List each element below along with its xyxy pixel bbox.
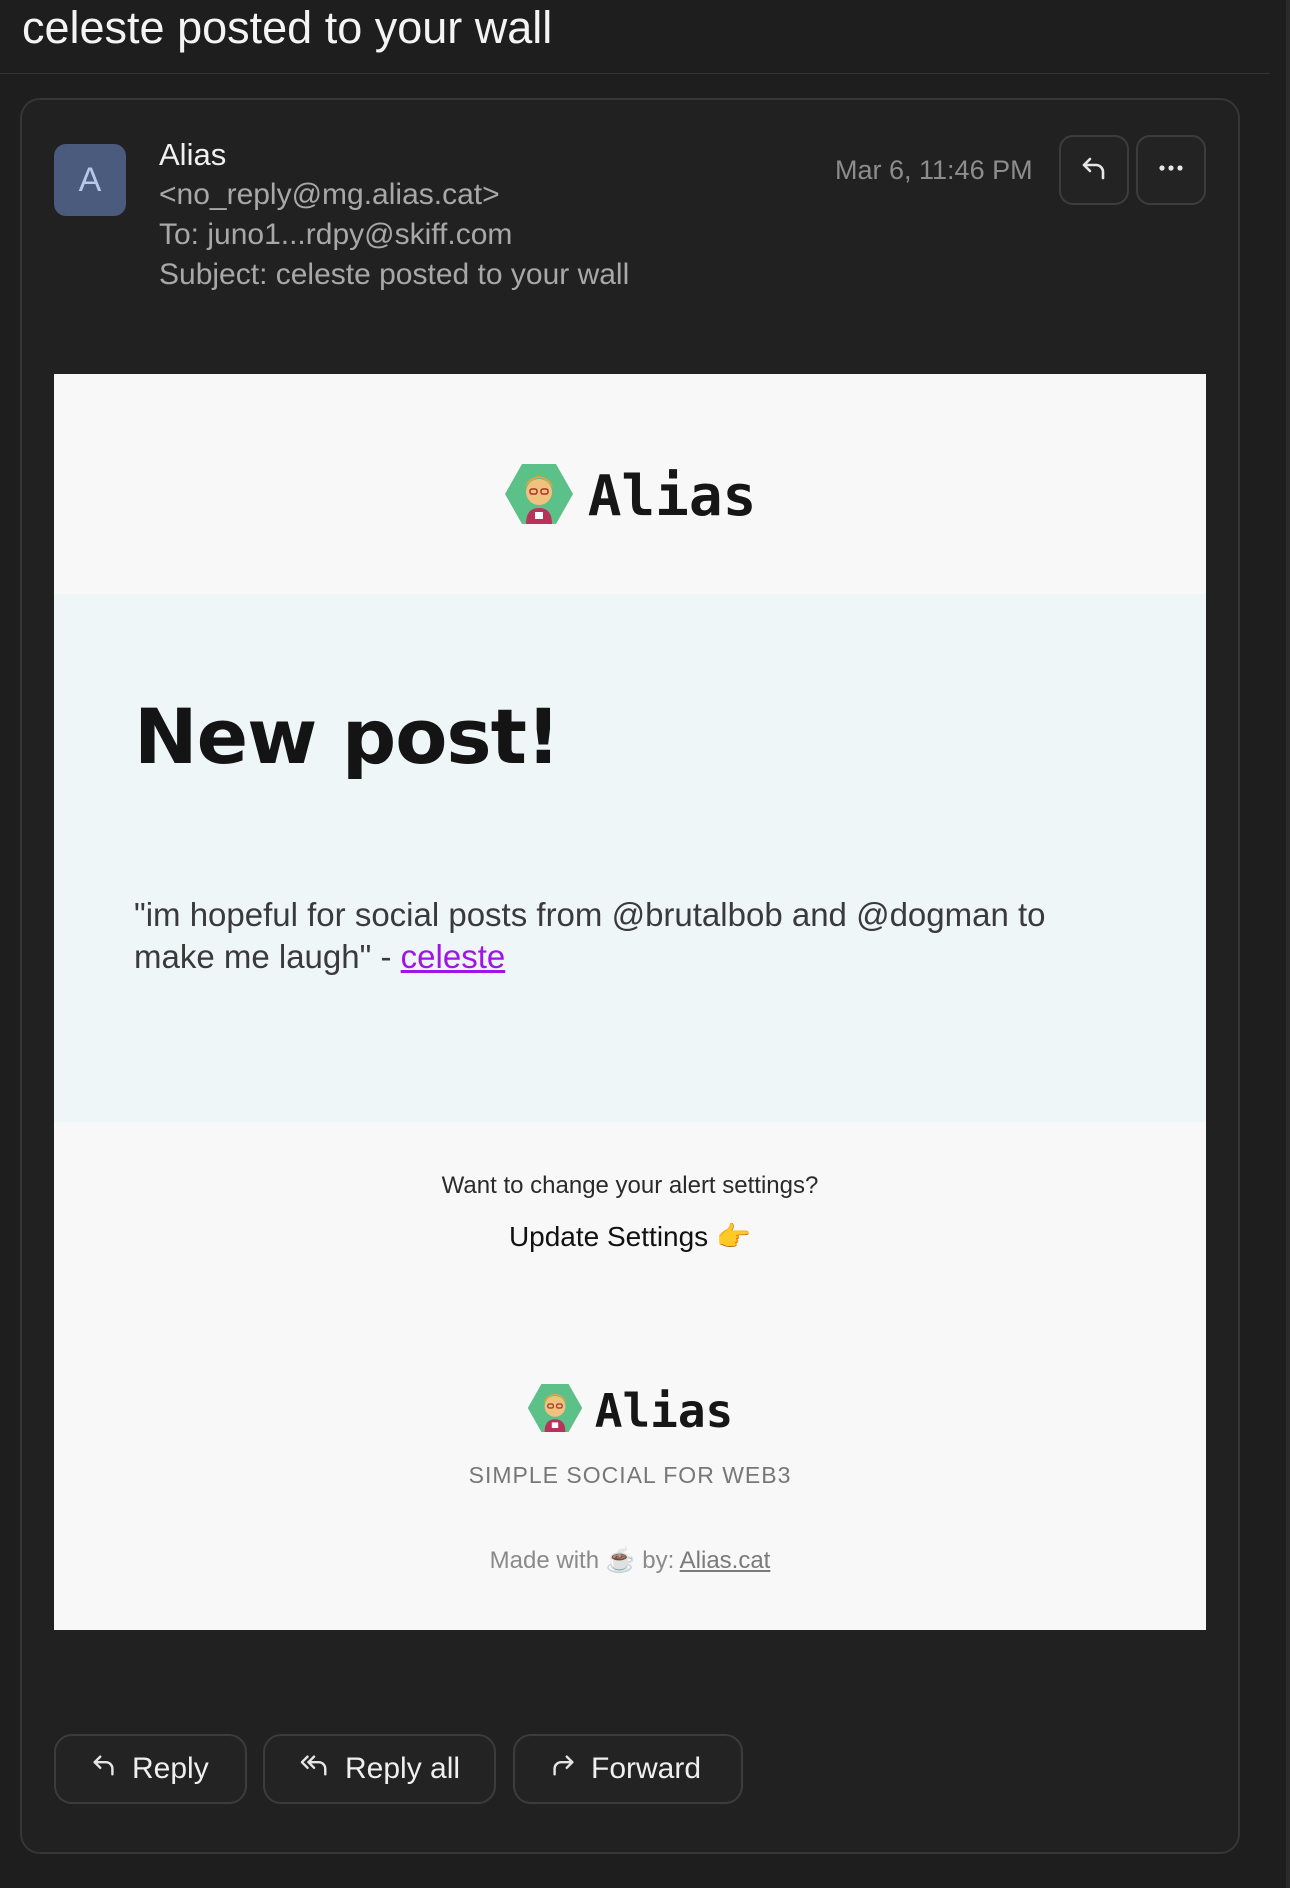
forward-button[interactable]: Forward [513, 1734, 743, 1804]
reply-label: Reply [132, 1752, 209, 1785]
reply-icon [1079, 153, 1109, 188]
footer-brand-name: Alias [594, 1383, 734, 1438]
post-author-link[interactable]: celeste [401, 938, 506, 975]
brand-tagline: SIMPLE SOCIAL FOR WEB3 [468, 1462, 792, 1488]
email-viewer: celeste posted to your wall A Alias <no_… [0, 0, 1290, 1888]
reply-all-label: Reply all [345, 1752, 461, 1785]
scrollbar-track[interactable] [1286, 0, 1290, 1888]
sender-avatar: A [54, 144, 126, 216]
made-by-label: by: [642, 1547, 675, 1574]
alias-logo-icon [504, 462, 574, 531]
reply-icon-button[interactable] [1059, 135, 1129, 205]
reply-all-icon [299, 1751, 331, 1787]
made-by-line: Made with ☕ by: Alias.cat [54, 1546, 1206, 1575]
pointing-hand-icon: 👉 [716, 1221, 752, 1252]
reply-button[interactable]: Reply [54, 1734, 247, 1804]
more-options-button[interactable] [1136, 135, 1206, 205]
email-body: Alias New post! "im hopeful for social p… [54, 374, 1206, 1630]
update-settings-link[interactable]: Update Settings 👉 [54, 1220, 1206, 1253]
reply-all-button[interactable]: Reply all [263, 1734, 496, 1804]
coffee-icon: ☕ [605, 1547, 636, 1574]
footer-alias-logo-icon [527, 1382, 583, 1439]
brand-header: Alias [54, 462, 1206, 531]
email-timestamp: Mar 6, 11:46 PM [835, 155, 1033, 185]
hero-title: New post! [134, 692, 561, 781]
sender-email: <no_reply@mg.alias.cat> [159, 178, 500, 211]
forward-label: Forward [591, 1752, 702, 1785]
post-hero: New post! "im hopeful for social posts f… [54, 594, 1206, 1122]
forward-icon [549, 1751, 577, 1787]
made-with-prefix: Made with [489, 1547, 600, 1574]
update-settings-label: Update Settings [508, 1220, 709, 1252]
recipient-line: To: juno1...rdpy@skiff.com [159, 218, 513, 251]
post-text: "im hopeful for social posts from @bruta… [134, 894, 1094, 978]
subject-line: Subject: celeste posted to your wall [159, 258, 630, 291]
alias-cat-link[interactable]: Alias.cat [680, 1547, 771, 1574]
reply-arrow-icon [90, 1751, 118, 1787]
title-divider [0, 73, 1270, 74]
alert-settings-question: Want to change your alert settings? [441, 1172, 819, 1199]
brand-name: Alias [587, 464, 757, 529]
post-quote: "im hopeful for social posts from @bruta… [134, 896, 1046, 975]
sender-name: Alias [159, 137, 227, 172]
footer-brand: Alias [54, 1382, 1206, 1439]
more-icon [1156, 153, 1186, 188]
thread-title: celeste posted to your wall [22, 2, 553, 53]
